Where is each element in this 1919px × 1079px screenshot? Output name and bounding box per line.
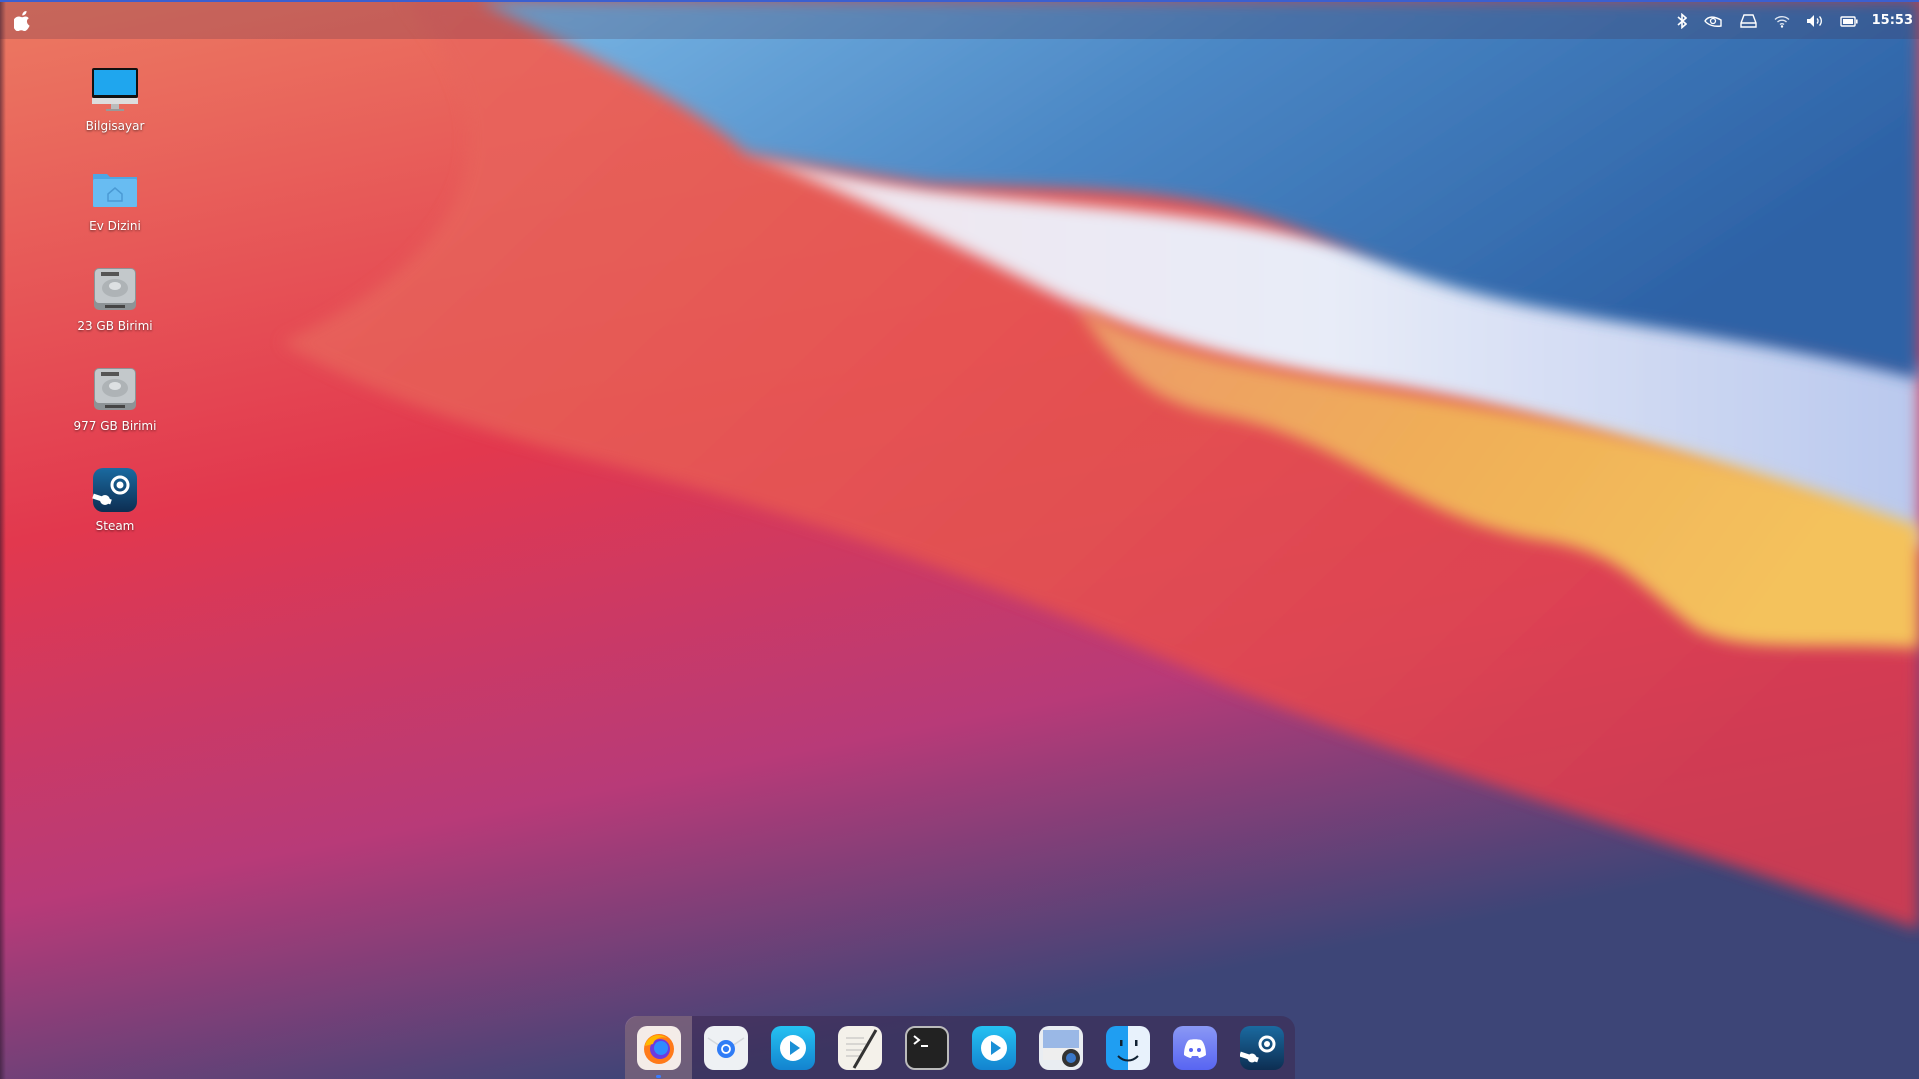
desktop-icon-drive-977gb[interactable]: 977 GB Birimi: [65, 366, 165, 433]
screenshot-icon: [1038, 1025, 1083, 1070]
clock[interactable]: 15:53: [1872, 13, 1913, 28]
dock-item-firefox[interactable]: [625, 1016, 692, 1079]
menu-bar: 15:53: [0, 2, 1919, 39]
dock-item-video-player[interactable]: [960, 1016, 1027, 1079]
desktop-icon-computer[interactable]: Bilgisayar: [65, 66, 165, 133]
apple-menu-icon[interactable]: [14, 11, 32, 31]
video-player-icon: [971, 1025, 1016, 1070]
hard-drive-icon: [91, 366, 139, 414]
wifi-icon[interactable]: [1772, 12, 1792, 30]
running-indicator: [656, 1075, 661, 1078]
desktop-icon-label: Ev Dizini: [89, 219, 141, 233]
mail-icon: [703, 1025, 748, 1070]
dock-item-terminal[interactable]: [893, 1016, 960, 1079]
dock: [625, 1016, 1295, 1079]
media-player-icon: [770, 1025, 815, 1070]
firefox-icon: [636, 1025, 681, 1070]
desktop-icon-label: Bilgisayar: [85, 119, 145, 133]
dock-item-mail[interactable]: [692, 1016, 759, 1079]
steam-icon: [1239, 1025, 1284, 1070]
text-editor-icon: [837, 1025, 882, 1070]
desktop-icon-label: 977 GB Birimi: [73, 419, 157, 433]
bluetooth-icon[interactable]: [1674, 12, 1690, 30]
dock-item-media-player[interactable]: [759, 1016, 826, 1079]
home-folder-icon: [91, 166, 139, 214]
steam-icon: [91, 466, 139, 514]
finder-icon: [1105, 1025, 1150, 1070]
dock-item-finder[interactable]: [1094, 1016, 1161, 1079]
dock-item-steam[interactable]: [1228, 1016, 1295, 1079]
battery-icon[interactable]: [1839, 12, 1859, 30]
drive-icon[interactable]: [1738, 12, 1758, 30]
screen-edge-shadow: [0, 0, 6, 1079]
computer-icon: [91, 66, 139, 114]
hard-drive-icon: [91, 266, 139, 314]
desktop-icon-drive-23gb[interactable]: 23 GB Birimi: [65, 266, 165, 333]
volume-icon[interactable]: [1805, 12, 1825, 30]
dock-item-screenshot[interactable]: [1027, 1016, 1094, 1079]
desktop-icon-label: 23 GB Birimi: [77, 319, 153, 333]
terminal-icon: [904, 1025, 949, 1070]
dock-item-discord[interactable]: [1161, 1016, 1228, 1079]
desktop-wallpaper: [0, 0, 1919, 1079]
desktop-icon-home-folder[interactable]: Ev Dizini: [65, 166, 165, 233]
desktop-icon-steam[interactable]: Steam: [65, 466, 165, 533]
dock-item-text-editor[interactable]: [826, 1016, 893, 1079]
discord-icon: [1172, 1025, 1217, 1070]
desktop-icon-label: Steam: [95, 519, 135, 533]
nvidia-icon[interactable]: [1703, 12, 1723, 30]
